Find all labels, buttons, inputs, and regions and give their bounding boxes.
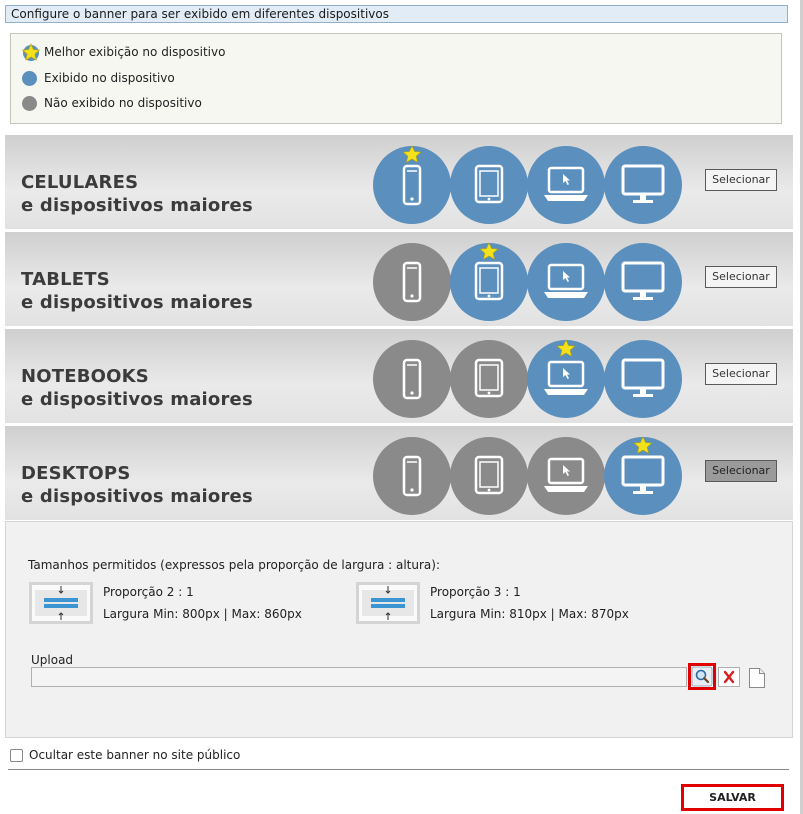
tablet-icon	[450, 437, 528, 515]
banner-config-header: Configure o banner para ser exibido em d…	[5, 5, 788, 23]
close-icon	[723, 670, 735, 684]
device-subtitle: e dispositivos maiores	[21, 292, 253, 313]
device-subtitle: e dispositivos maiores	[21, 389, 253, 410]
device-row-tablets: TABLETS e dispositivos maiores Seleciona…	[5, 232, 793, 326]
star-badge-icon	[21, 42, 41, 62]
device-row-notebooks: NOTEBOOKS e dispositivos maiores Selecio…	[5, 329, 793, 423]
device-name: TABLETS	[21, 269, 110, 290]
device-row-desktops: DESKTOPS e dispositivos maiores Selecion…	[5, 426, 793, 520]
divider	[8, 769, 789, 770]
legend-best: Melhor exibição no dispositivo	[21, 42, 225, 62]
device-row-title: TABLETS e dispositivos maiores	[21, 268, 253, 314]
browse-button[interactable]	[688, 663, 716, 690]
laptop-icon	[527, 437, 605, 515]
monitor-icon	[604, 243, 682, 321]
tablet-icon	[450, 146, 528, 224]
device-row-title: DESKTOPS e dispositivos maiores	[21, 462, 253, 508]
monitor-icon	[604, 146, 682, 224]
laptop-icon	[527, 339, 605, 418]
tablet-icon	[450, 242, 528, 321]
ratio-3-1-icon	[356, 582, 420, 624]
hide-banner-label: Ocultar este banner no site público	[29, 748, 241, 762]
blue-dot-icon	[21, 68, 41, 88]
phone-icon	[373, 340, 451, 418]
device-legend: Melhor exibição no dispositivo Exibido n…	[10, 33, 782, 124]
device-subtitle: e dispositivos maiores	[21, 486, 253, 507]
hide-banner-option[interactable]: Ocultar este banner no site público	[10, 748, 240, 762]
monitor-icon	[604, 436, 682, 515]
legend-shown: Exibido no dispositivo	[21, 68, 175, 88]
phone-icon	[373, 145, 451, 224]
select-button-tablets[interactable]: Selecionar	[705, 266, 777, 288]
sizes-heading: Tamanhos permitidos (expressos pela prop…	[28, 558, 440, 572]
upload-label: Upload	[31, 653, 74, 667]
ratio-2-1-icon	[29, 582, 93, 624]
device-row-title: NOTEBOOKS e dispositivos maiores	[21, 365, 253, 411]
select-button-notebooks[interactable]: Selecionar	[705, 363, 777, 385]
monitor-icon	[604, 340, 682, 418]
device-name: NOTEBOOKS	[21, 366, 149, 387]
tablet-icon	[450, 340, 528, 418]
legend-not-shown: Não exibido no dispositivo	[21, 93, 202, 113]
phone-icon	[373, 437, 451, 515]
phone-icon	[373, 243, 451, 321]
legend-not-shown-label: Não exibido no dispositivo	[44, 96, 202, 110]
device-name: DESKTOPS	[21, 463, 131, 484]
select-button-celulares[interactable]: Selecionar	[705, 169, 777, 191]
save-button[interactable]: SALVAR	[681, 784, 784, 811]
size-ratio: Proporção 3 : 1	[430, 585, 521, 599]
legend-best-label: Melhor exibição no dispositivo	[44, 45, 226, 59]
hide-banner-checkbox[interactable]	[10, 748, 23, 762]
remove-file-button[interactable]	[718, 667, 740, 687]
gray-dot-icon	[21, 93, 41, 113]
select-button-desktops[interactable]: Selecionar	[705, 460, 777, 482]
laptop-icon	[527, 243, 605, 321]
upload-field[interactable]	[31, 667, 687, 687]
device-rows: CELULARES e dispositivos maiores Selecio…	[5, 135, 793, 523]
device-subtitle: e dispositivos maiores	[21, 195, 253, 216]
device-row-title: CELULARES e dispositivos maiores	[21, 171, 253, 217]
upload-panel: Tamanhos permitidos (expressos pela prop…	[5, 521, 793, 738]
device-row-celulares: CELULARES e dispositivos maiores Selecio…	[5, 135, 793, 229]
size-ratio: Proporção 2 : 1	[103, 585, 194, 599]
laptop-icon	[527, 146, 605, 224]
legend-shown-label: Exibido no dispositivo	[44, 71, 175, 85]
device-name: CELULARES	[21, 172, 139, 193]
magnifier-icon	[691, 666, 713, 687]
size-limits: Largura Min: 800px | Max: 860px	[103, 607, 302, 621]
size-limits: Largura Min: 810px | Max: 870px	[430, 607, 629, 621]
header-title: Configure o banner para ser exibido em d…	[11, 7, 389, 21]
file-icon[interactable]	[748, 667, 766, 689]
